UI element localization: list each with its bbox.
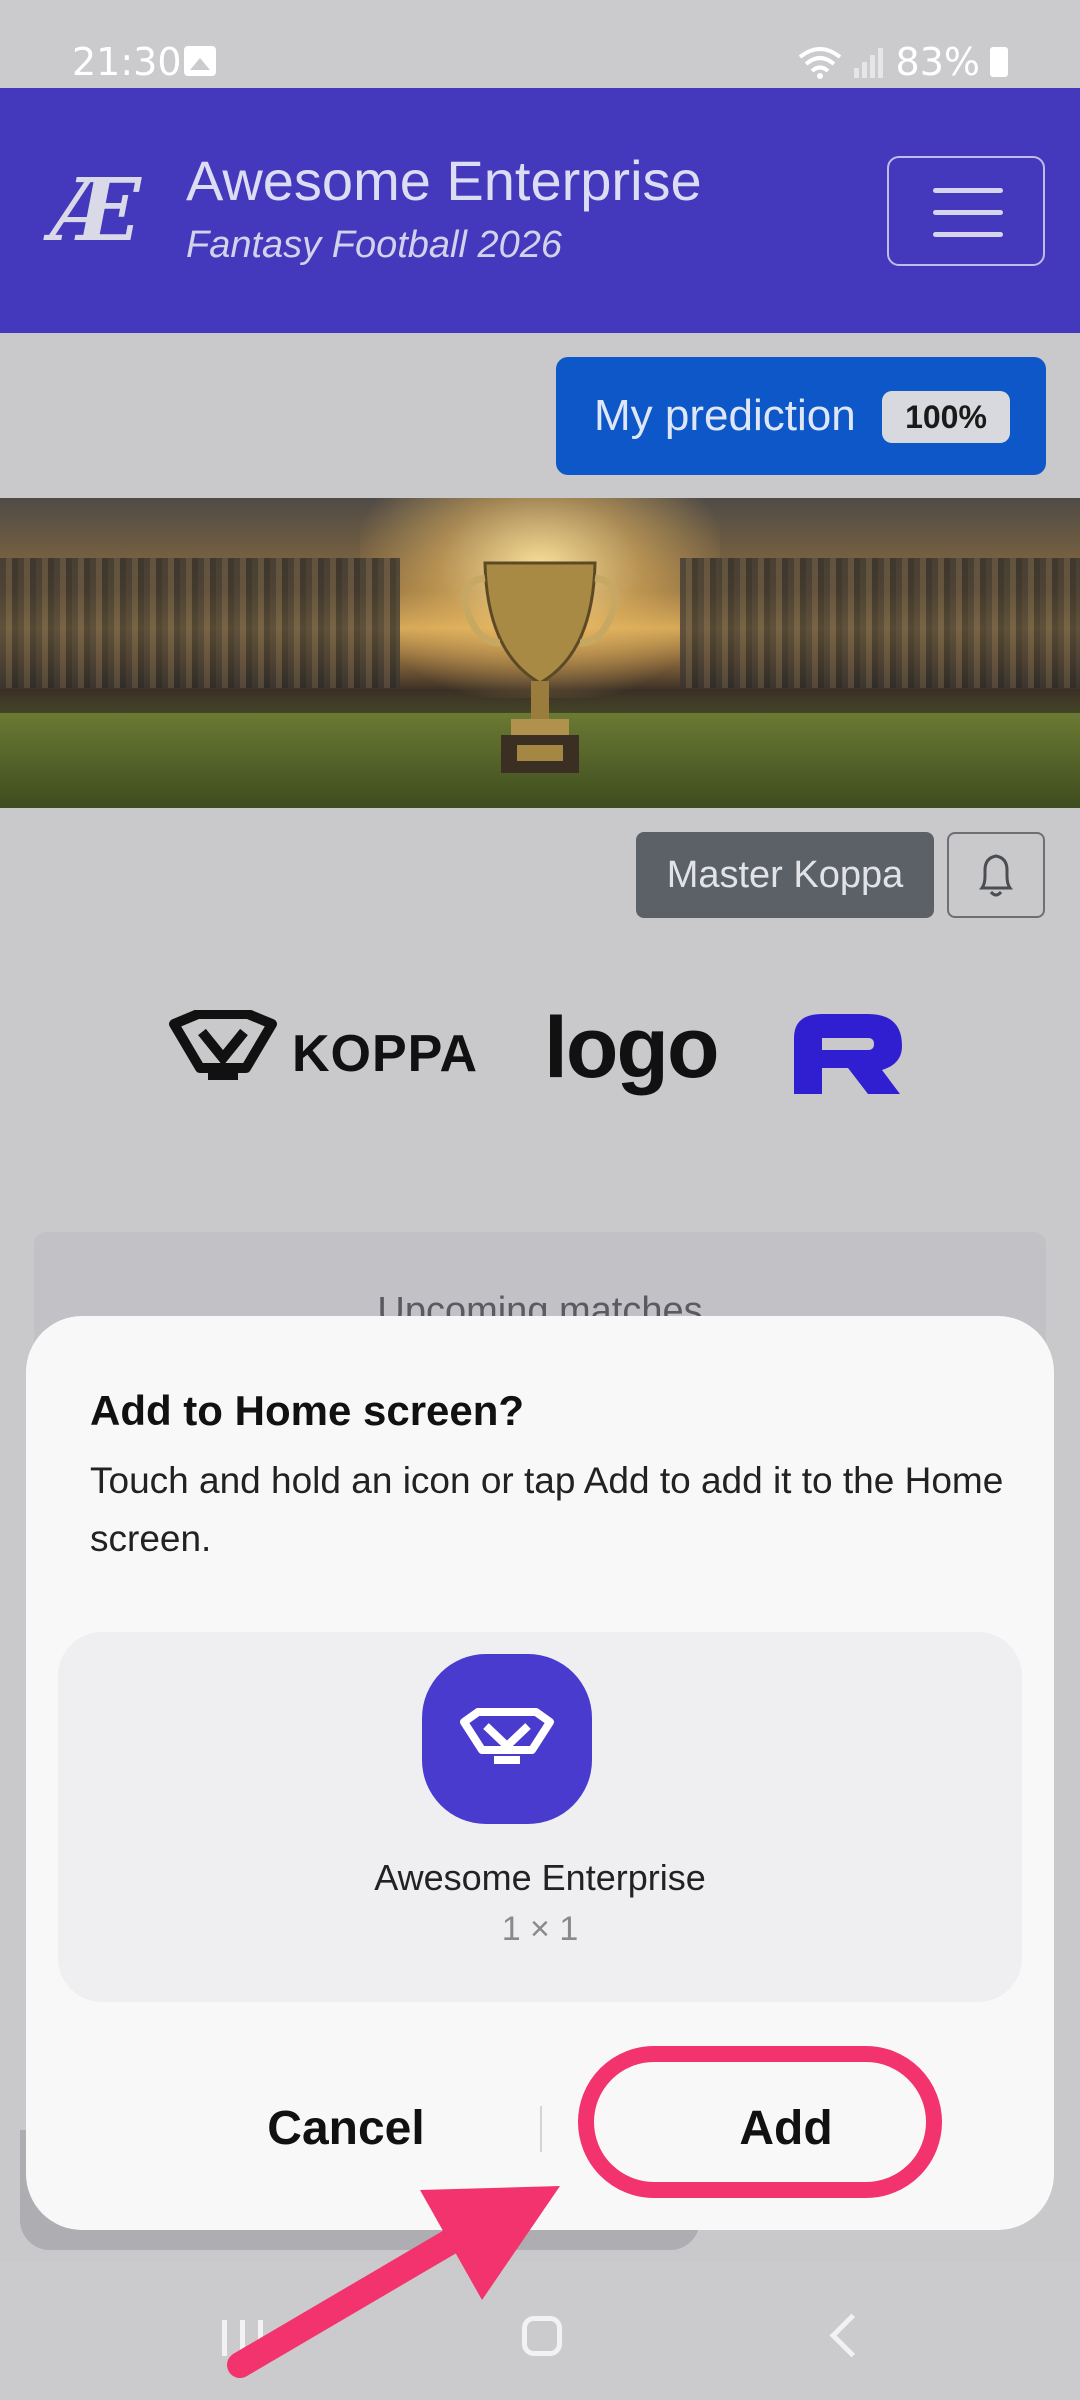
bell-icon — [979, 854, 1013, 897]
brand-logo[interactable]: Æ — [52, 166, 141, 256]
notifications-button[interactable] — [947, 832, 1045, 918]
hamburger-menu-button[interactable] — [887, 156, 1045, 266]
crowd-left — [0, 558, 400, 688]
koppa-sponsor-icon — [169, 1010, 277, 1080]
hamburger-menu-icon-line — [933, 232, 1003, 237]
status-right: 83% — [798, 38, 1008, 86]
back-icon[interactable] — [829, 2313, 874, 2358]
app-title: Awesome Enterprise — [186, 149, 702, 212]
trophy-icon — [461, 561, 619, 773]
battery-percent: 83% — [895, 40, 980, 84]
hamburger-menu-icon — [933, 188, 1003, 193]
crowd-right — [680, 558, 1080, 688]
status-bar: 21:30 83% — [0, 0, 1080, 88]
home-icon[interactable] — [522, 2316, 562, 2356]
wifi-icon — [798, 47, 841, 79]
logo-sponsor-logo: logo — [544, 1000, 719, 1096]
trophy-logo-icon — [460, 1708, 554, 1764]
dialog-description: Touch and hold an icon or tap Add to add… — [90, 1460, 1004, 1559]
status-time: 21:30 — [72, 40, 182, 84]
prediction-percent-badge: 100% — [882, 391, 1010, 443]
button-divider — [540, 2106, 542, 2152]
app-subtitle: Fantasy Football 2026 — [186, 224, 563, 266]
widget-size: 1 × 1 — [501, 1910, 579, 1948]
system-nav-bar — [0, 2262, 1080, 2400]
hero-banner — [0, 498, 1080, 808]
dialog-title: Add to Home screen? — [90, 1387, 525, 1434]
app-shortcut-icon[interactable] — [422, 1654, 592, 1824]
my-prediction-button[interactable]: My prediction 100% — [556, 357, 1046, 475]
r-sponsor-icon — [794, 1014, 902, 1094]
add-button-highlight — [578, 2046, 942, 2198]
battery-icon — [990, 47, 1008, 77]
koppa-sponsor-logo: KOPPA — [292, 1025, 479, 1083]
signal-icon — [853, 48, 883, 78]
hamburger-menu-icon-line — [933, 210, 1003, 215]
cancel-button[interactable]: Cancel — [186, 2084, 506, 2174]
user-profile-button[interactable]: Master Koppa — [636, 832, 934, 918]
my-prediction-label: My prediction — [594, 391, 856, 440]
recent-apps-icon[interactable] — [222, 2320, 266, 2356]
gallery-icon — [184, 46, 216, 76]
app-shortcut-name: Awesome Enterprise — [374, 1857, 706, 1898]
